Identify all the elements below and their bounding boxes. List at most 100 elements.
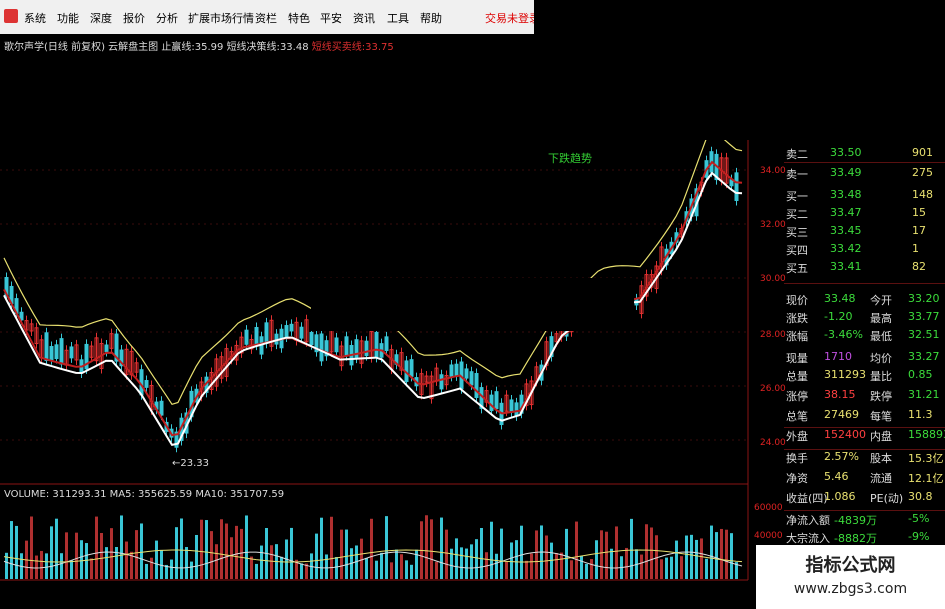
stat-row: 涨幅 -3.46% 最低 32.51 xyxy=(784,326,945,344)
candle-body xyxy=(319,333,324,362)
volume-bar xyxy=(100,532,103,579)
volume-bar xyxy=(710,525,713,579)
stat-value: 2.57% xyxy=(824,450,859,463)
stat-label: 每笔 xyxy=(870,410,892,423)
volume-bar xyxy=(365,557,368,579)
stat-value: 38.15 xyxy=(824,388,856,401)
volume-bar xyxy=(475,539,478,579)
volume-bar xyxy=(250,556,253,579)
volume-bar xyxy=(335,557,338,579)
buy-label: 买三 xyxy=(786,226,808,239)
volume-bar xyxy=(585,563,588,579)
candle-body xyxy=(449,364,454,377)
volume-bar xyxy=(430,519,433,579)
candle-body xyxy=(254,326,259,346)
candle-body xyxy=(354,339,359,359)
volume-bar xyxy=(700,538,703,579)
volume-bar xyxy=(605,531,608,579)
volume-bar xyxy=(730,533,733,579)
stat-value: 11.3 xyxy=(908,408,933,421)
buy-volume: 17 xyxy=(912,224,926,237)
volume-bar xyxy=(170,559,173,579)
stat-row: 收益(四) 1.086 PE(动) 30.8 xyxy=(784,488,945,506)
volume-bar xyxy=(600,530,603,579)
volume-bar xyxy=(645,524,648,579)
volume-bar xyxy=(560,552,563,579)
candle-body xyxy=(464,368,469,379)
candle-body xyxy=(309,331,314,346)
candle-body xyxy=(289,323,294,332)
stat-value: 1.086 xyxy=(824,490,856,503)
volume-bar xyxy=(375,560,378,579)
volume-bar xyxy=(315,533,318,579)
volume-bar xyxy=(200,519,203,579)
buy-row: 买一 33.48 148 xyxy=(784,186,945,204)
stat-label: 现量 xyxy=(786,352,808,365)
stat-label: 今开 xyxy=(870,294,892,307)
stat-row: 净流入额 -4839万 -5% xyxy=(784,510,945,528)
stat-label: 最高 xyxy=(870,312,892,325)
candle-body xyxy=(384,336,389,352)
stat-label: 最低 xyxy=(870,330,892,343)
stat-value: 30.8 xyxy=(908,490,933,503)
watermark-title: 指标公式网 xyxy=(805,555,896,576)
buy-volume: 82 xyxy=(912,260,926,273)
volume-bar xyxy=(90,558,93,579)
volume-bar xyxy=(670,556,673,579)
price-tick-24: 24.00 xyxy=(760,438,786,448)
sell-label: 卖二 xyxy=(786,148,808,161)
buy-row: 买四 33.42 1 xyxy=(784,240,945,258)
stat-value: -8882万 xyxy=(834,532,877,545)
volume-bar xyxy=(10,521,13,579)
volume-bar xyxy=(465,548,468,579)
buy-volume: 148 xyxy=(912,188,933,201)
stat-value: 31.21 xyxy=(908,388,940,401)
volume-bar xyxy=(715,532,718,579)
candle-body xyxy=(489,394,494,412)
volume-bar xyxy=(35,555,38,579)
volume-bar xyxy=(55,518,58,579)
volume-bar xyxy=(190,561,193,579)
volume-bar xyxy=(270,545,273,579)
buy-label: 买一 xyxy=(786,190,808,203)
volume-bar xyxy=(50,526,53,579)
price-tick-34: 34.00 xyxy=(760,166,786,176)
volume-bar xyxy=(205,520,208,579)
volume-bar xyxy=(180,518,183,579)
volume-bar xyxy=(65,532,68,579)
buy-label: 买二 xyxy=(786,208,808,221)
stat-label: PE(动) xyxy=(870,492,904,505)
volume-bar xyxy=(650,527,653,579)
candle-body xyxy=(474,373,479,398)
stat-label: 总量 xyxy=(786,370,808,383)
stat-row: 外盘 152400 内盘 158893 xyxy=(784,426,945,444)
stat-value: 27469 xyxy=(824,408,859,421)
stat-value: 311293 xyxy=(824,368,866,381)
stat-row: 大宗流入 -8882万 -9% xyxy=(784,528,945,546)
volume-bar xyxy=(30,516,33,579)
stat-value: 5.46 xyxy=(824,470,849,483)
candle-body xyxy=(299,326,304,339)
candle-body xyxy=(54,344,59,360)
volume-bar xyxy=(115,547,118,579)
volume-bar xyxy=(185,547,188,579)
sell-label: 卖一 xyxy=(786,168,808,181)
volume-bar xyxy=(45,553,48,579)
panel-divider xyxy=(784,162,945,163)
low-price-label: ←23.33 xyxy=(172,458,210,469)
stat-row: 净资 5.46 流通 12.1亿 xyxy=(784,468,945,486)
candle-body xyxy=(59,338,64,365)
volume-bar xyxy=(75,532,78,579)
volume-bar xyxy=(580,555,583,579)
volume-bar xyxy=(490,521,493,579)
buy-volume: 1 xyxy=(912,242,919,255)
volume-bar xyxy=(215,544,218,579)
panel-divider xyxy=(784,427,945,428)
volume-bar xyxy=(210,531,213,579)
volume-bar xyxy=(325,554,328,579)
stat-label: 收益(四) xyxy=(786,492,828,505)
stat-label: 总笔 xyxy=(786,410,808,423)
stat-label: 外盘 xyxy=(786,430,808,443)
candle-body xyxy=(159,400,164,416)
candle-body xyxy=(454,363,459,377)
